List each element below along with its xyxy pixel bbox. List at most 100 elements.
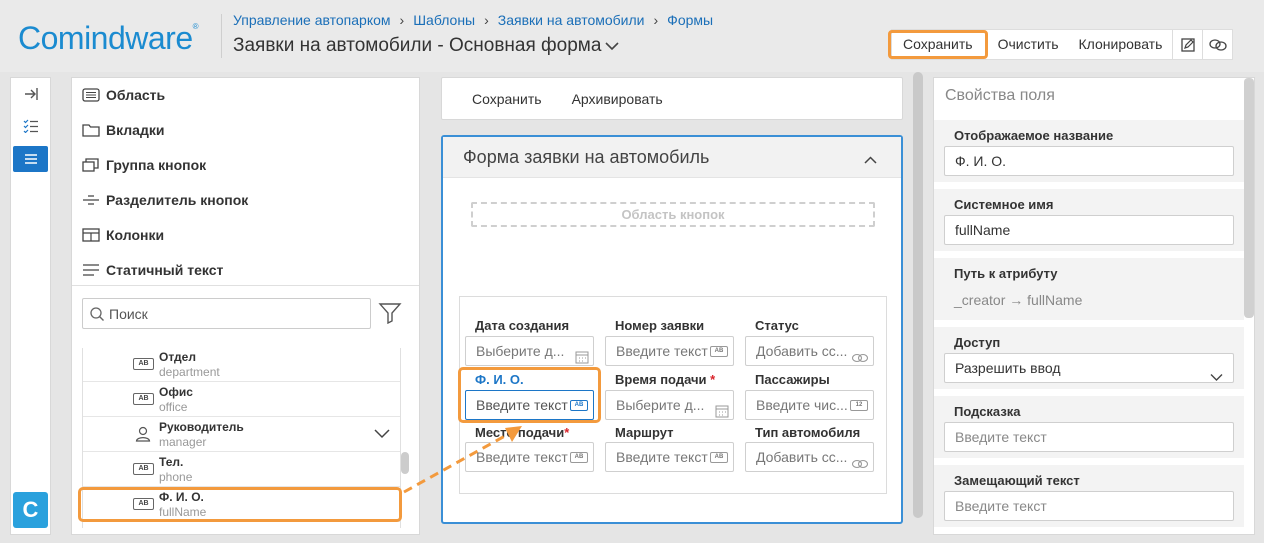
breadcrumb-separator-icon: ›	[399, 12, 405, 28]
drag-source-highlight	[78, 487, 402, 522]
button-area-placeholder[interactable]: Область кнопок	[471, 202, 875, 227]
clone-button[interactable]: Клонировать	[1069, 30, 1173, 59]
properties-title: Свойства поля	[945, 87, 1055, 104]
component-tabs[interactable]: Вкладки	[80, 118, 164, 142]
clear-button[interactable]: Очистить	[988, 30, 1069, 59]
text-type-icon: AB	[133, 393, 154, 405]
chevron-down-icon[interactable]	[1210, 363, 1223, 391]
property-hint: Подсказка Введите текст	[934, 396, 1244, 458]
number-type-icon: 12	[850, 400, 868, 411]
app-header: Comindware® Управление автопарком › Шабло…	[0, 0, 1264, 72]
field-label-status: Статус	[755, 318, 799, 333]
button-group-icon	[80, 158, 102, 172]
component-area[interactable]: Область	[80, 83, 165, 107]
archive-button[interactable]: Архивировать	[562, 91, 683, 107]
list-item[interactable]: AB Отдел department	[83, 348, 400, 382]
list-item[interactable]: AB Офис office	[83, 383, 400, 417]
components-panel: Область Вкладки Группа кнопок Разделител…	[71, 77, 420, 535]
breadcrumb-item-templates[interactable]: Шаблоны	[413, 12, 475, 28]
car-type-input[interactable]: Добавить сс...	[745, 442, 874, 472]
calendar-icon[interactable]	[575, 345, 589, 365]
created-date-input[interactable]: Выберите д...	[465, 336, 594, 366]
link-icon[interactable]	[851, 345, 869, 365]
breadcrumb-item-requests[interactable]: Заявки на автомобили	[498, 12, 645, 28]
center-scrollbar[interactable]	[913, 72, 923, 518]
property-display-name: Отображаемое название Ф. И. О.	[934, 120, 1244, 182]
request-number-input[interactable]: Введите текст AB	[605, 336, 734, 366]
list-item[interactable]: AB Тел. phone	[83, 453, 400, 487]
expand-panel-icon[interactable]	[11, 78, 50, 110]
form-toolbar: Сохранить Архивировать	[441, 77, 903, 120]
chevron-down-icon[interactable]	[374, 426, 390, 444]
pickup-time-input[interactable]: Выберите д...	[605, 390, 734, 420]
breadcrumb-item-fleet[interactable]: Управление автопарком	[233, 12, 391, 28]
text-type-icon: AB	[133, 358, 154, 370]
component-columns[interactable]: Колонки	[80, 223, 164, 247]
breadcrumb-separator-icon: ›	[653, 12, 659, 28]
field-label-number: Номер заявки	[615, 318, 705, 333]
display-name-label: Отображаемое название	[954, 128, 1114, 143]
comindware-logo[interactable]: Comindware®	[18, 20, 199, 57]
field-properties-panel: Свойства поля Отображаемое название Ф. И…	[933, 77, 1255, 535]
page-title[interactable]: Заявки на автомобили - Основная форма	[233, 35, 620, 57]
field-label-created: Дата создания	[475, 318, 570, 333]
comindware-app-icon[interactable]: C	[13, 492, 48, 528]
field-label-car-type: Тип автомобиля	[755, 425, 861, 440]
edit-icon[interactable]	[1172, 30, 1202, 59]
text-type-icon: AB	[570, 452, 588, 463]
component-button-separator[interactable]: Разделитель кнопок	[80, 188, 248, 212]
panel-divider	[72, 285, 419, 286]
placeholder-label: Замещающий текст	[954, 473, 1080, 488]
list-item[interactable]: Руководитель manager	[83, 418, 400, 452]
search-input[interactable]: Поиск	[82, 298, 371, 329]
hint-label: Подсказка	[954, 404, 1021, 419]
property-system-name: Системное имя fullName	[934, 189, 1244, 251]
form-header: Форма заявки на автомобиль	[443, 137, 901, 178]
access-select[interactable]: Разрешить ввод	[944, 353, 1234, 383]
placeholder-input[interactable]: Введите текст	[944, 491, 1234, 521]
main-toolbar: Сохранить Очистить Клонировать	[888, 29, 1234, 60]
property-access: Доступ Разрешить ввод	[934, 327, 1244, 389]
form-save-button[interactable]: Сохранить	[442, 91, 562, 107]
drop-target-highlight	[458, 367, 601, 423]
system-name-input[interactable]: fullName	[944, 215, 1234, 245]
pickup-place-input[interactable]: Введите текст AB	[465, 442, 594, 472]
components-list-icon[interactable]	[13, 146, 48, 172]
chevron-up-icon[interactable]	[864, 151, 877, 169]
separator-icon	[80, 193, 102, 207]
filter-icon[interactable]	[378, 302, 402, 326]
property-attribute-path: Путь к атрибуту _creator → fullName	[934, 258, 1244, 320]
left-rail: C	[10, 77, 51, 535]
display-name-input[interactable]: Ф. И. О.	[944, 146, 1234, 176]
header-divider	[221, 14, 222, 58]
user-icon	[135, 426, 151, 447]
hint-input[interactable]: Введите текст	[944, 422, 1234, 452]
component-static-text[interactable]: Статичный текст	[80, 258, 223, 282]
calendar-icon[interactable]	[715, 399, 729, 419]
field-label-passengers: Пассажиры	[755, 372, 830, 387]
breadcrumb-item-forms[interactable]: Формы	[667, 12, 713, 28]
text-type-icon: AB	[133, 463, 154, 475]
system-name-label: Системное имя	[954, 197, 1054, 212]
properties-scrollbar[interactable]	[1244, 78, 1254, 318]
passengers-input[interactable]: Введите чис... 12	[745, 390, 874, 420]
property-placeholder: Замещающий текст Введите текст	[934, 465, 1244, 527]
status-input[interactable]: Добавить сс...	[745, 336, 874, 366]
breadcrumb: Управление автопарком › Шаблоны › Заявки н…	[233, 12, 713, 28]
component-button-group[interactable]: Группа кнопок	[80, 153, 206, 177]
scrollbar-thumb[interactable]	[401, 452, 409, 474]
route-input[interactable]: Введите текст AB	[605, 442, 734, 472]
access-label: Доступ	[954, 335, 1001, 350]
checklist-icon[interactable]	[11, 110, 50, 142]
search-placeholder: Поиск	[109, 305, 148, 322]
attribute-path-value: _creator → fullName	[954, 292, 1083, 308]
field-label-pickup-place: Место подачи*	[475, 425, 570, 440]
list-box-icon	[80, 88, 102, 102]
save-button[interactable]: Сохранить	[888, 30, 988, 59]
folder-icon	[80, 123, 102, 137]
link-icon[interactable]	[851, 451, 869, 471]
chevron-down-icon[interactable]	[605, 38, 620, 54]
text-type-icon: AB	[710, 346, 728, 357]
text-type-icon: AB	[710, 452, 728, 463]
link-icon[interactable]	[1202, 30, 1232, 59]
